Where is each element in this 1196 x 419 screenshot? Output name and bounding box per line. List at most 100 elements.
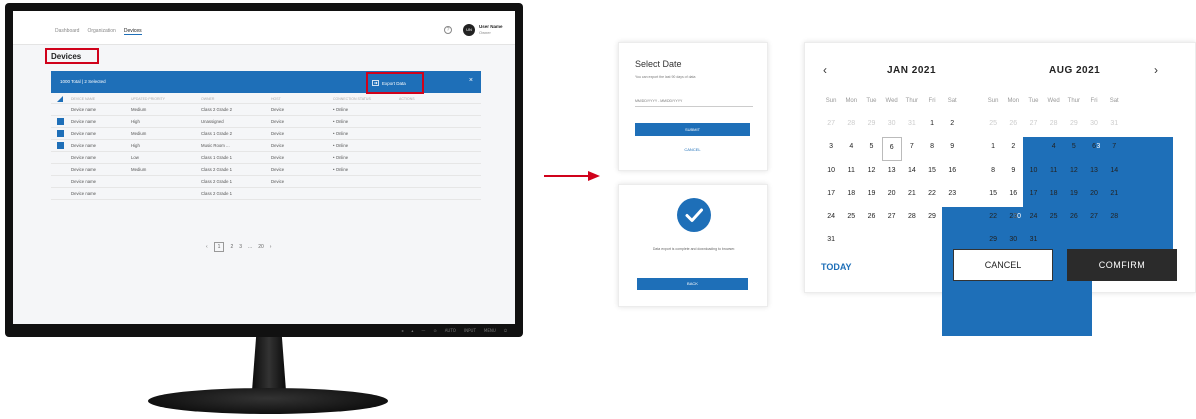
page-button[interactable]: 2 <box>230 244 233 250</box>
calendar-day[interactable]: 29 <box>922 207 942 230</box>
column-header[interactable]: DEVICE NAME <box>69 97 131 101</box>
calendar-day[interactable]: 14 <box>902 161 922 184</box>
calendar-day[interactable]: 8 <box>983 161 1003 184</box>
table-row[interactable]: Device name Medium Class 2 Grade 1 Device • … <box>51 164 481 176</box>
confirm-button[interactable]: COMFIRM <box>1067 249 1177 281</box>
calendar-day[interactable]: 27 <box>1084 207 1104 230</box>
bezel-button[interactable]: ⊙ <box>433 328 436 333</box>
bezel-button[interactable]: MENU <box>484 328 496 333</box>
next-month-icon[interactable]: › <box>1154 63 1158 77</box>
calendar-day[interactable]: 12 <box>861 161 881 184</box>
calendar-day[interactable]: 21 <box>1104 184 1124 207</box>
table-row[interactable]: Device name Medium Class 2 Grade 2 Device • … <box>51 104 481 116</box>
bezel-button[interactable]: INPUT <box>464 328 476 333</box>
calendar-day[interactable]: 14 <box>1104 161 1124 184</box>
page-button[interactable]: 1 <box>213 242 225 252</box>
page-button[interactable]: 20 <box>258 244 264 250</box>
calendar-day[interactable]: 4 <box>1044 137 1064 160</box>
calendar-day[interactable]: 20 <box>1084 184 1104 207</box>
calendar-day[interactable]: 20 <box>882 184 902 207</box>
row-checkbox[interactable] <box>51 154 69 161</box>
calendar-day[interactable]: 10 <box>1023 161 1043 184</box>
calendar-day[interactable]: 2 <box>942 114 962 137</box>
calendar-day[interactable]: 4 <box>841 137 861 160</box>
calendar-day[interactable]: 17 <box>1023 184 1043 207</box>
table-row[interactable]: Device name High Music Room ... Device • Onl… <box>51 140 481 152</box>
cancel-button[interactable]: CANCEL <box>953 249 1053 281</box>
calendar-day[interactable]: 16 <box>1003 184 1023 207</box>
calendar-day[interactable]: 13 <box>882 161 902 184</box>
export-data-button[interactable]: Export Data <box>372 80 406 86</box>
date-range-input[interactable]: MM/DD/YYYY - MM/DD/YYYY <box>635 97 753 107</box>
calendar-day[interactable]: 10 <box>821 161 841 184</box>
calendar-day[interactable]: 24 <box>1023 207 1043 230</box>
table-row[interactable]: Device name High Unassigned Device • Online <box>51 116 481 128</box>
calendar-day[interactable]: 22 <box>983 207 1003 230</box>
calendar-day[interactable]: 26 <box>861 207 881 230</box>
calendar-day[interactable]: 7 <box>1104 137 1124 160</box>
calendar-day[interactable]: 3 <box>821 137 841 160</box>
column-header[interactable]: HOST <box>271 97 333 101</box>
row-checkbox[interactable] <box>51 142 69 149</box>
next-page-icon[interactable]: › <box>270 244 272 250</box>
submit-button[interactable]: SUBMIT <box>635 123 750 136</box>
table-row[interactable]: Device name Medium Class 1 Grade 2 Device • … <box>51 128 481 140</box>
calendar-day[interactable]: 15 <box>983 184 1003 207</box>
calendar-day[interactable]: 16 <box>942 161 962 184</box>
calendar-day[interactable]: 18 <box>841 184 861 207</box>
table-row[interactable]: Device name Class 2 Grade 1 Device <box>51 176 481 188</box>
calendar-day[interactable]: 8 <box>922 137 942 160</box>
calendar-day[interactable]: 18 <box>1044 184 1064 207</box>
calendar-day[interactable]: 28 <box>1104 207 1124 230</box>
today-link[interactable]: TODAY <box>821 262 852 272</box>
calendar-day[interactable]: 27 <box>882 207 902 230</box>
cancel-link[interactable]: CANCEL <box>635 147 750 152</box>
row-checkbox[interactable] <box>51 118 69 125</box>
calendar-day[interactable]: 1 <box>922 114 942 137</box>
prev-page-icon[interactable]: ‹ <box>206 244 208 250</box>
table-row[interactable]: Device name Class 2 Grade 1 <box>51 188 481 200</box>
bezel-button[interactable]: AUTO <box>445 328 456 333</box>
row-checkbox[interactable] <box>51 178 69 185</box>
select-all-checkbox[interactable] <box>51 96 69 102</box>
calendar-day[interactable]: 7 <box>902 137 922 160</box>
row-checkbox[interactable] <box>51 166 69 173</box>
bezel-button[interactable]: ◂ <box>401 328 403 333</box>
calendar-day[interactable]: 13 <box>1084 161 1104 184</box>
row-checkbox[interactable] <box>51 106 69 113</box>
calendar-day[interactable]: 11 <box>1044 161 1064 184</box>
prev-month-icon[interactable]: ‹ <box>823 63 827 77</box>
calendar-day[interactable]: 25 <box>1044 207 1064 230</box>
calendar-day[interactable]: 5 <box>1064 137 1084 160</box>
column-header[interactable]: UPDATED PRIORITY <box>131 97 201 101</box>
calendar-day[interactable]: 21 <box>902 184 922 207</box>
help-icon[interactable]: ? <box>444 26 452 34</box>
calendar-day[interactable]: 28 <box>902 207 922 230</box>
calendar-day[interactable]: 2 <box>1003 137 1023 160</box>
calendar-day[interactable]: 23 <box>942 184 962 207</box>
nav-devices[interactable]: Devices <box>123 28 142 35</box>
calendar-day[interactable]: 24 <box>821 207 841 230</box>
calendar-day[interactable]: 1 <box>983 137 1003 160</box>
calendar-day[interactable]: 17 <box>821 184 841 207</box>
calendar-day[interactable]: 11 <box>841 161 861 184</box>
calendar-day[interactable]: 12 <box>1064 161 1084 184</box>
column-header[interactable]: OWNER <box>201 97 271 101</box>
table-row[interactable]: Device name Low Class 1 Grade 1 Device • Onl… <box>51 152 481 164</box>
power-icon[interactable]: ⏻ <box>504 328 507 333</box>
calendar-day[interactable]: 5 <box>861 137 881 160</box>
calendar-day[interactable]: 19 <box>1064 184 1084 207</box>
calendar-day[interactable]: 23 <box>1003 207 1023 230</box>
avatar[interactable]: UN <box>463 24 475 36</box>
bezel-button[interactable]: ▴ <box>411 328 413 333</box>
back-button[interactable]: BACK <box>637 278 748 290</box>
nav-dashboard[interactable]: Dashboard <box>55 28 79 35</box>
calendar-day[interactable]: 26 <box>1064 207 1084 230</box>
calendar-day[interactable]: 22 <box>922 184 942 207</box>
row-checkbox[interactable] <box>51 190 69 197</box>
calendar-day[interactable]: 19 <box>861 184 881 207</box>
row-checkbox[interactable] <box>51 130 69 137</box>
nav-organization[interactable]: Organization <box>87 28 115 35</box>
page-button[interactable]: 3 <box>239 244 242 250</box>
close-icon[interactable]: × <box>469 77 473 84</box>
